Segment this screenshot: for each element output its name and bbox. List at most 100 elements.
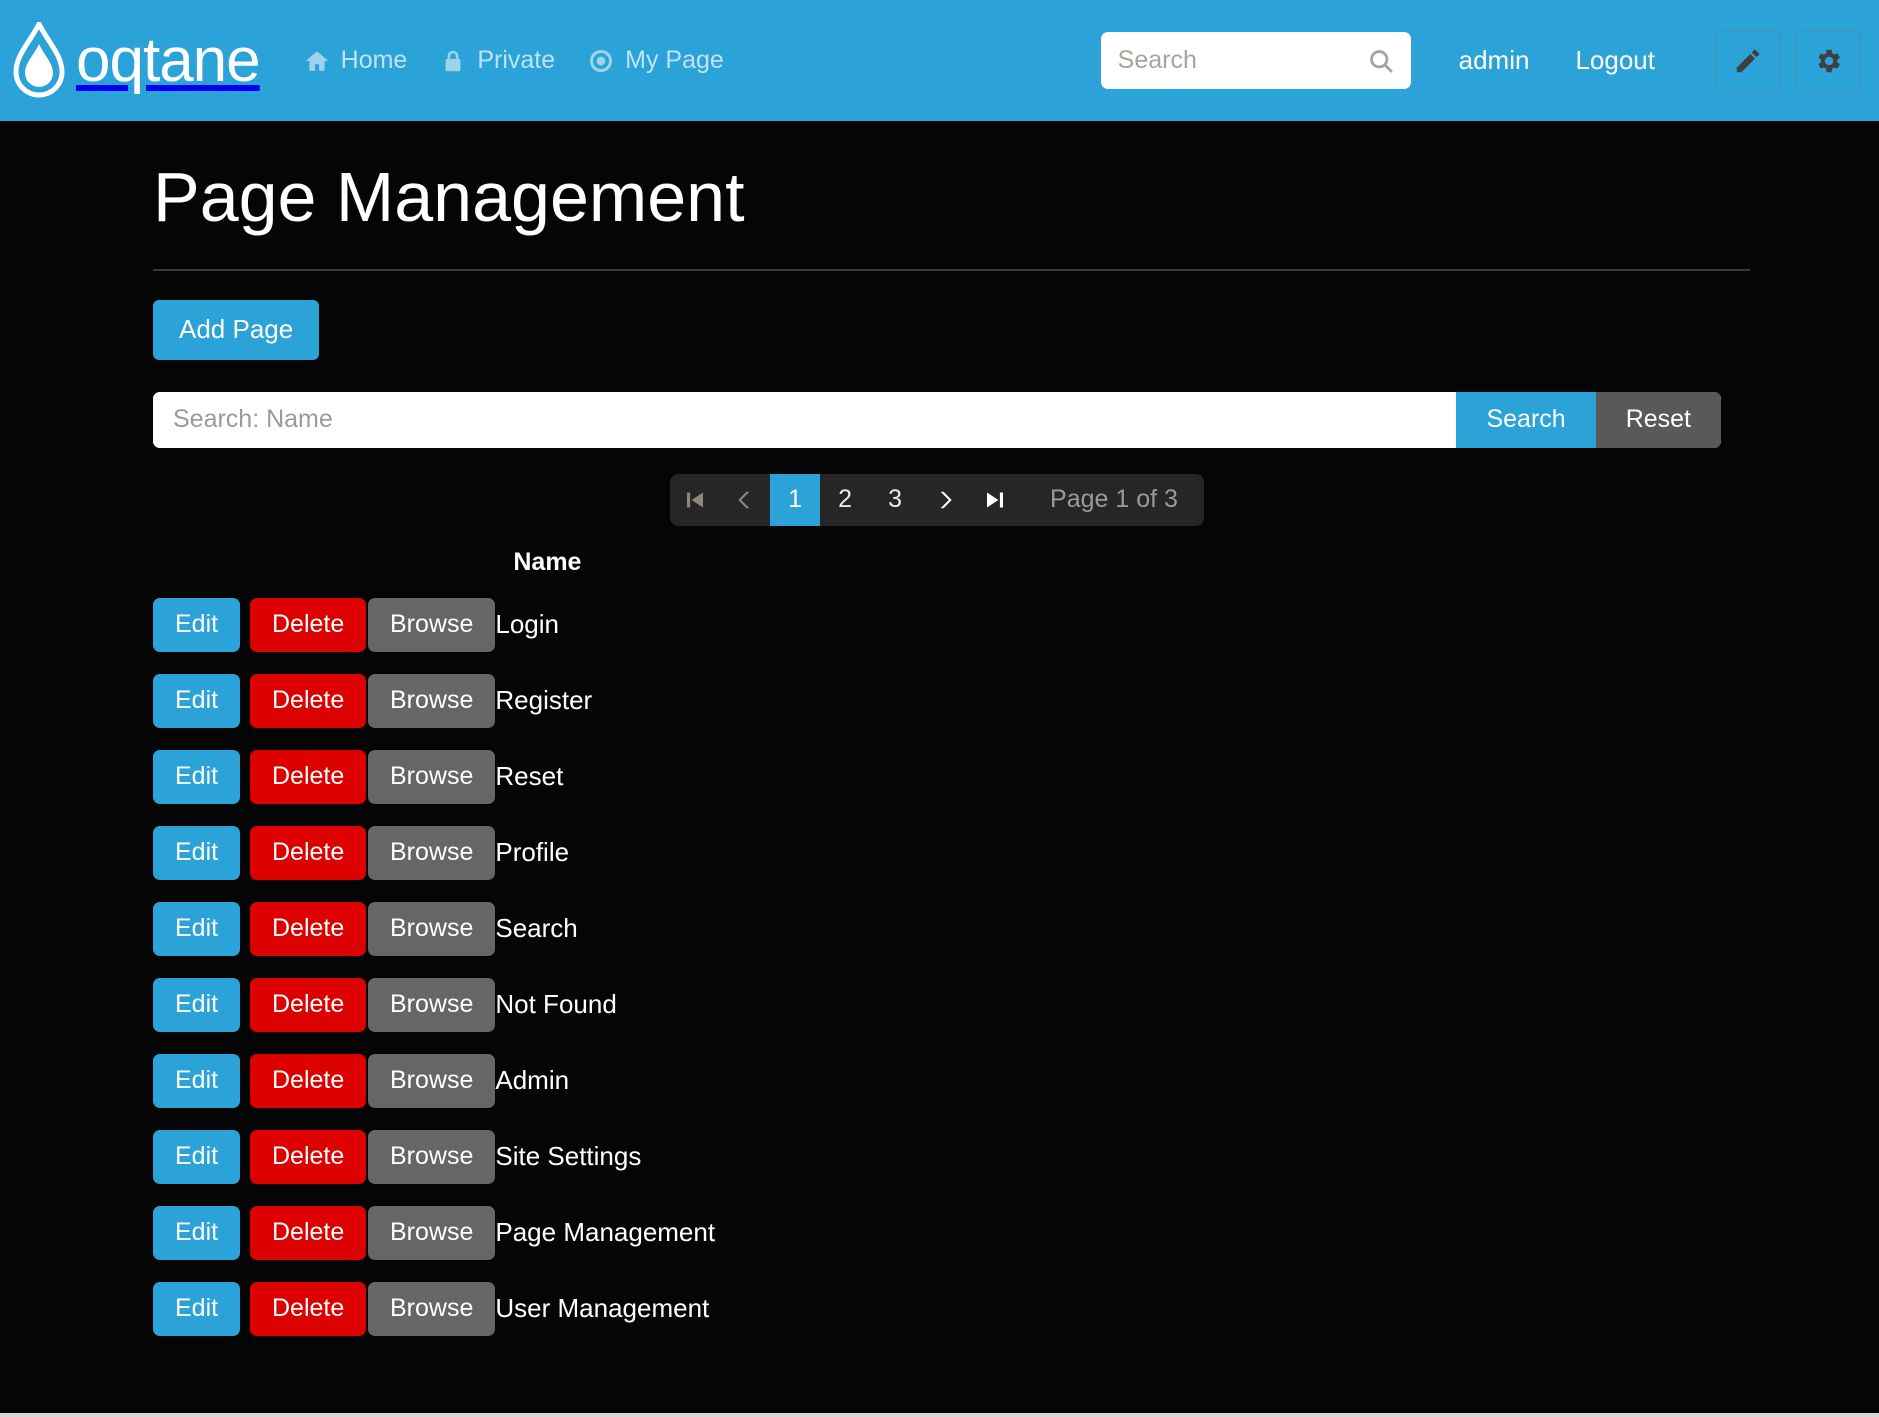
table-row: Edit Delete Browse Reset bbox=[153, 739, 715, 815]
edit-button[interactable]: Edit bbox=[153, 1129, 241, 1184]
delete-button[interactable]: Delete bbox=[250, 977, 367, 1032]
pagination-status: Page 1 of 3 bbox=[1050, 485, 1178, 513]
delete-button[interactable]: Delete bbox=[250, 1053, 367, 1108]
header-right-cluster: admin Logout bbox=[1100, 30, 1879, 91]
browse-button[interactable]: Browse bbox=[368, 1205, 496, 1260]
edit-button[interactable]: Edit bbox=[153, 901, 241, 956]
cell-page-name: User Management bbox=[495, 1293, 710, 1323]
table-row: Edit Delete Browse Profile bbox=[153, 815, 715, 891]
cell-edit: Edit bbox=[153, 967, 250, 1043]
pager-first-button[interactable] bbox=[670, 474, 720, 526]
cell-edit: Edit bbox=[153, 663, 250, 739]
pager-page-2[interactable]: 2 bbox=[820, 474, 870, 526]
cell-page-name: Login bbox=[495, 609, 559, 639]
delete-button[interactable]: Delete bbox=[250, 901, 367, 956]
brand-name: oqtane bbox=[76, 25, 261, 95]
delete-button[interactable]: Delete bbox=[250, 825, 367, 880]
browse-button[interactable]: Browse bbox=[368, 1129, 496, 1184]
browse-button[interactable]: Browse bbox=[368, 1281, 496, 1336]
skip-to-start-icon bbox=[687, 492, 704, 507]
current-user-label: admin bbox=[1458, 45, 1530, 75]
edit-button[interactable]: Edit bbox=[153, 749, 241, 804]
filter-reset-button[interactable]: Reset bbox=[1595, 391, 1721, 448]
edit-mode-button[interactable] bbox=[1715, 30, 1781, 91]
water-drop-icon bbox=[13, 21, 65, 97]
table-row: Edit Delete Browse Not Found bbox=[153, 967, 715, 1043]
cell-delete: Delete bbox=[250, 1271, 368, 1347]
delete-button[interactable]: Delete bbox=[250, 1129, 367, 1184]
cell-page-name: Profile bbox=[495, 837, 570, 867]
cell-edit: Edit bbox=[153, 1043, 250, 1119]
pagination-container: 1 2 3 Page 1 of 3 bbox=[153, 473, 1721, 526]
cell-browse: Browse bbox=[368, 663, 496, 739]
edit-button[interactable]: Edit bbox=[153, 1281, 241, 1336]
logout-link[interactable]: Logout bbox=[1575, 45, 1655, 76]
cell-browse: Browse bbox=[368, 815, 496, 891]
pager-prev-button[interactable] bbox=[720, 474, 770, 526]
browse-button[interactable]: Browse bbox=[368, 597, 496, 652]
pager-next-button[interactable] bbox=[920, 474, 970, 526]
delete-button[interactable]: Delete bbox=[250, 597, 367, 652]
cell-edit: Edit bbox=[153, 587, 250, 663]
cell-delete: Delete bbox=[250, 815, 368, 891]
cell-browse: Browse bbox=[368, 739, 496, 815]
page-title: Page Management bbox=[153, 158, 745, 236]
browse-button[interactable]: Browse bbox=[368, 673, 496, 728]
nav-item-my-page[interactable]: My Page bbox=[588, 46, 724, 75]
delete-button[interactable]: Delete bbox=[250, 1205, 367, 1260]
edit-button[interactable]: Edit bbox=[153, 1053, 241, 1108]
delete-button[interactable]: Delete bbox=[250, 1281, 367, 1336]
nav-item-home[interactable]: Home bbox=[304, 46, 408, 75]
nav-label-home: Home bbox=[340, 46, 408, 74]
browse-button[interactable]: Browse bbox=[368, 901, 496, 956]
add-page-button[interactable]: Add Page bbox=[153, 299, 320, 360]
cell-delete: Delete bbox=[250, 967, 368, 1043]
browse-button[interactable]: Browse bbox=[368, 977, 496, 1032]
th-browse bbox=[368, 548, 495, 587]
table-row: Edit Delete Browse Login bbox=[153, 587, 715, 663]
cell-delete: Delete bbox=[250, 663, 368, 739]
delete-button[interactable]: Delete bbox=[250, 749, 367, 804]
brand-logo-link[interactable]: oqtane bbox=[12, 21, 261, 100]
cell-page-name: Not Found bbox=[495, 989, 617, 1019]
pages-table: Name Edit Delete Browse Login Edit Delete Brow… bbox=[153, 548, 715, 1347]
th-edit bbox=[153, 548, 250, 587]
search-input[interactable] bbox=[1100, 32, 1411, 89]
target-icon bbox=[590, 49, 613, 72]
cell-browse: Browse bbox=[368, 1119, 496, 1195]
cell-delete: Delete bbox=[250, 1195, 368, 1271]
filter-search-button[interactable]: Search bbox=[1456, 391, 1596, 448]
pager-last-button[interactable] bbox=[970, 474, 1020, 526]
edit-button[interactable]: Edit bbox=[153, 977, 241, 1032]
window-bottom-edge bbox=[0, 1413, 1879, 1417]
cell-delete: Delete bbox=[250, 739, 368, 815]
edit-button[interactable]: Edit bbox=[153, 673, 241, 728]
cell-browse: Browse bbox=[368, 1271, 496, 1347]
edit-button[interactable]: Edit bbox=[153, 825, 241, 880]
site-header: oqtane Home Private My Page Search admin… bbox=[0, 0, 1879, 121]
search-icon[interactable] bbox=[1367, 47, 1395, 75]
edit-button[interactable]: Edit bbox=[153, 1205, 241, 1260]
gear-icon bbox=[1818, 49, 1840, 72]
table-row: Edit Delete Browse User Management bbox=[153, 1271, 715, 1347]
cell-edit: Edit bbox=[153, 815, 250, 891]
cell-page-name: Site Settings bbox=[495, 1141, 642, 1171]
browse-button[interactable]: Browse bbox=[368, 825, 496, 880]
browse-button[interactable]: Browse bbox=[368, 1053, 496, 1108]
nav-item-private[interactable]: Private bbox=[440, 46, 555, 75]
cell-delete: Delete bbox=[250, 1043, 368, 1119]
edit-button[interactable]: Edit bbox=[153, 597, 241, 652]
name-filter-input[interactable] bbox=[153, 391, 1457, 448]
pager-page-1[interactable]: 1 bbox=[770, 473, 821, 526]
cell-page-name: Page Management bbox=[495, 1217, 716, 1247]
pager-page-3[interactable]: 3 bbox=[870, 474, 920, 526]
cell-browse: Browse bbox=[368, 891, 496, 967]
lock-icon bbox=[445, 50, 461, 71]
table-row: Edit Delete Browse Search bbox=[153, 891, 715, 967]
browse-button[interactable]: Browse bbox=[368, 749, 496, 804]
cell-page-name: Reset bbox=[495, 761, 564, 791]
delete-button[interactable]: Delete bbox=[250, 673, 367, 728]
cell-edit: Edit bbox=[153, 891, 250, 967]
settings-button[interactable] bbox=[1795, 30, 1861, 91]
chevron-right-icon bbox=[940, 491, 952, 508]
